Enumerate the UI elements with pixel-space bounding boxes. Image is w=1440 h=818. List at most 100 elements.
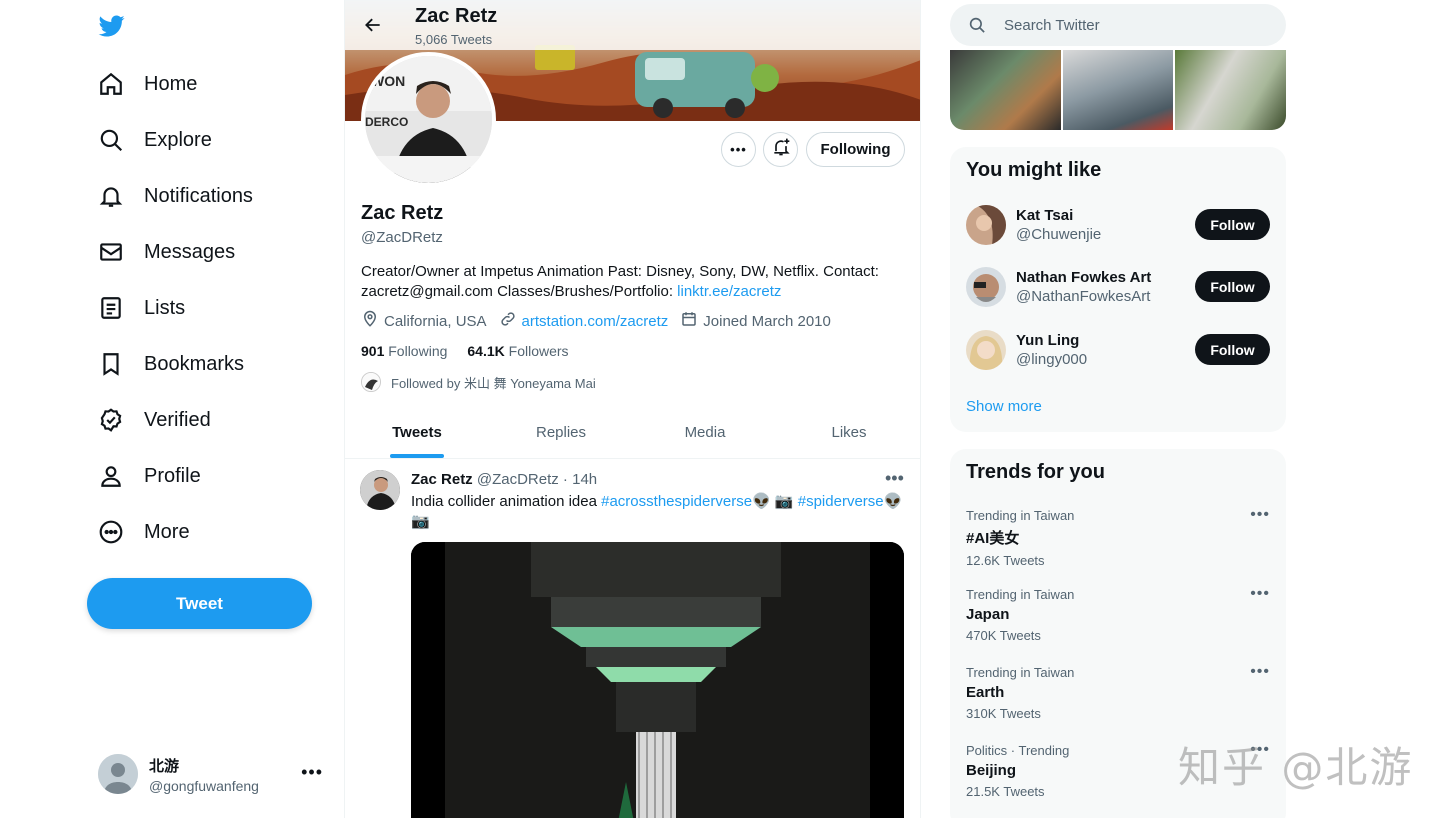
following-label: Following <box>388 343 448 359</box>
tweet-header: Zac Retz @ZacDRetz · 14h <box>411 471 597 488</box>
location-pin-icon <box>361 310 384 332</box>
tweet-body: India collider animation idea <box>411 493 597 510</box>
user-name: Kat Tsai <box>1016 207 1074 224</box>
search-bar[interactable] <box>950 4 1286 46</box>
trend-item[interactable]: Politics · Trending Beijing 21.5K Tweets… <box>966 741 1270 813</box>
trend-context: Trending in Taiwan <box>966 587 1075 602</box>
back-arrow-icon[interactable] <box>359 11 387 39</box>
follow-button[interactable]: Follow <box>1195 271 1270 302</box>
more-dots-icon[interactable]: ••• <box>301 762 323 783</box>
follow-button[interactable]: Follow <box>1195 334 1270 365</box>
more-dots-icon[interactable]: ••• <box>885 468 904 489</box>
media-thumbnail[interactable] <box>1062 50 1174 130</box>
search-input[interactable] <box>1004 4 1274 46</box>
bio-link[interactable]: linktr.ee/zacretz <box>677 283 781 300</box>
trend-item[interactable]: Trending in Taiwan #AI美女 12.6K Tweets ••… <box>966 506 1270 578</box>
verified-icon <box>96 405 126 435</box>
joined-text: Joined March 2010 <box>703 312 831 330</box>
calendar-icon <box>680 310 703 332</box>
media-thumbnail[interactable] <box>950 50 1061 130</box>
media-thumbnail[interactable] <box>1175 50 1286 130</box>
website-link[interactable]: artstation.com/zacretz <box>522 313 669 330</box>
trend-count: 470K Tweets <box>966 628 1041 643</box>
trend-item[interactable]: Trending in Taiwan Japan 470K Tweets ••• <box>966 585 1270 657</box>
trend-context: Trending in Taiwan <box>966 508 1075 523</box>
nav-bookmarks[interactable]: Bookmarks <box>96 340 244 388</box>
account-name: 北游 <box>149 757 180 775</box>
tweet-author[interactable]: Zac Retz <box>411 471 473 488</box>
tweet-button[interactable]: Tweet <box>87 578 312 629</box>
trends-panel: Trends for you Trending in Taiwan #AI美女 … <box>950 449 1286 818</box>
follow-counts: 901 Following 64.1K Followers <box>361 343 589 359</box>
nav-profile[interactable]: Profile <box>96 452 201 500</box>
nav-verified[interactable]: Verified <box>96 396 211 444</box>
following-button[interactable]: Following <box>806 132 905 167</box>
avatar <box>98 754 138 794</box>
more-dots-icon[interactable]: ••• <box>1250 663 1270 681</box>
follow-button[interactable]: Follow <box>1195 209 1270 240</box>
profile-bio: Creator/Owner at Impetus Animation Past:… <box>361 262 906 302</box>
tab-replies[interactable]: Replies <box>489 406 633 458</box>
following-link[interactable]: 901 Following <box>361 343 447 359</box>
followed-by-text: Followed by 米山 舞 Yoneyama Mai <box>391 375 596 391</box>
hashtag-link[interactable]: #acrossthespiderverse <box>601 493 752 510</box>
tab-media[interactable]: Media <box>633 406 777 458</box>
avatar <box>966 267 1006 307</box>
followed-by[interactable]: Followed by 米山 舞 Yoneyama Mai <box>361 372 596 392</box>
tab-likes[interactable]: Likes <box>777 406 920 458</box>
hashtag-link[interactable]: #spiderverse <box>798 493 884 510</box>
nav-label: Verified <box>144 408 211 431</box>
more-dots-icon[interactable]: ••• <box>1250 585 1270 603</box>
following-count: 901 <box>361 343 385 359</box>
more-dots-icon[interactable]: ••• <box>1250 741 1270 759</box>
panel-title: Trends for you <box>966 461 1105 483</box>
bookmark-icon <box>96 349 126 379</box>
profile-avatar[interactable]: WON DERCO <box>361 52 496 187</box>
followers-link[interactable]: 64.1K Followers <box>467 343 568 359</box>
nav-messages[interactable]: Messages <box>96 228 235 276</box>
list-icon <box>96 293 126 323</box>
nav-home[interactable]: Home <box>96 60 197 108</box>
profile-media-strip <box>950 50 1286 130</box>
notify-button[interactable] <box>763 132 798 167</box>
user-name: Nathan Fowkes Art <box>1016 269 1152 286</box>
nav-explore[interactable]: Explore <box>96 116 212 164</box>
nav-label: Bookmarks <box>144 352 245 375</box>
header-name: Zac Retz <box>415 5 498 27</box>
tab-tweets[interactable]: Tweets <box>345 406 489 458</box>
bell-icon <box>96 181 126 211</box>
suggested-user[interactable]: Nathan Fowkes Art @NathanFowkesArt Follo… <box>966 265 1270 309</box>
tweet-media[interactable] <box>411 542 904 818</box>
profile-tabs: Tweets Replies Media Likes <box>345 406 920 459</box>
more-options-button[interactable]: ••• <box>721 132 756 167</box>
trend-context: Trending in Taiwan <box>966 665 1075 680</box>
nav-label: Lists <box>144 296 186 319</box>
twitter-logo-icon[interactable] <box>98 13 126 39</box>
nav-more[interactable]: More <box>96 508 190 556</box>
more-dots-icon[interactable]: ••• <box>1250 506 1270 524</box>
bio-text: Creator/Owner at Impetus Animation Past:… <box>361 263 879 300</box>
nav-label: Home <box>144 72 198 95</box>
tweet-meta: @ZacDRetz · 14h <box>476 471 598 488</box>
account-handle: @gongfuwanfeng <box>149 777 259 794</box>
profile-handle: @ZacDRetz <box>361 229 443 246</box>
website: artstation.com/zacretz <box>499 310 669 332</box>
avatar <box>966 205 1006 245</box>
trend-topic: #AI美女 <box>966 530 1020 547</box>
nav-notifications[interactable]: Notifications <box>96 172 253 220</box>
nav-lists[interactable]: Lists <box>96 284 185 332</box>
suggested-user[interactable]: Kat Tsai @Chuwenjie Follow <box>966 203 1270 247</box>
left-sidebar: Home Explore Notifications Messages List… <box>0 0 344 818</box>
account-switcher[interactable]: 北游 @gongfuwanfeng ••• <box>98 750 333 798</box>
person-icon <box>96 461 126 491</box>
user-handle: @lingy000 <box>1016 351 1088 368</box>
emoji: 👽 <box>883 493 903 510</box>
tweet[interactable]: Zac Retz @ZacDRetz · 14h ••• India colli… <box>345 459 920 818</box>
emoji: 📷 <box>411 513 430 530</box>
avatar <box>361 372 381 392</box>
suggested-user[interactable]: Yun Ling @lingy000 Follow <box>966 328 1270 372</box>
trend-item[interactable]: Trending in Taiwan Earth 310K Tweets ••• <box>966 663 1270 735</box>
show-more-link[interactable]: Show more <box>966 398 1042 415</box>
user-handle: @NathanFowkesArt <box>1016 288 1151 305</box>
avatar[interactable] <box>360 470 400 510</box>
